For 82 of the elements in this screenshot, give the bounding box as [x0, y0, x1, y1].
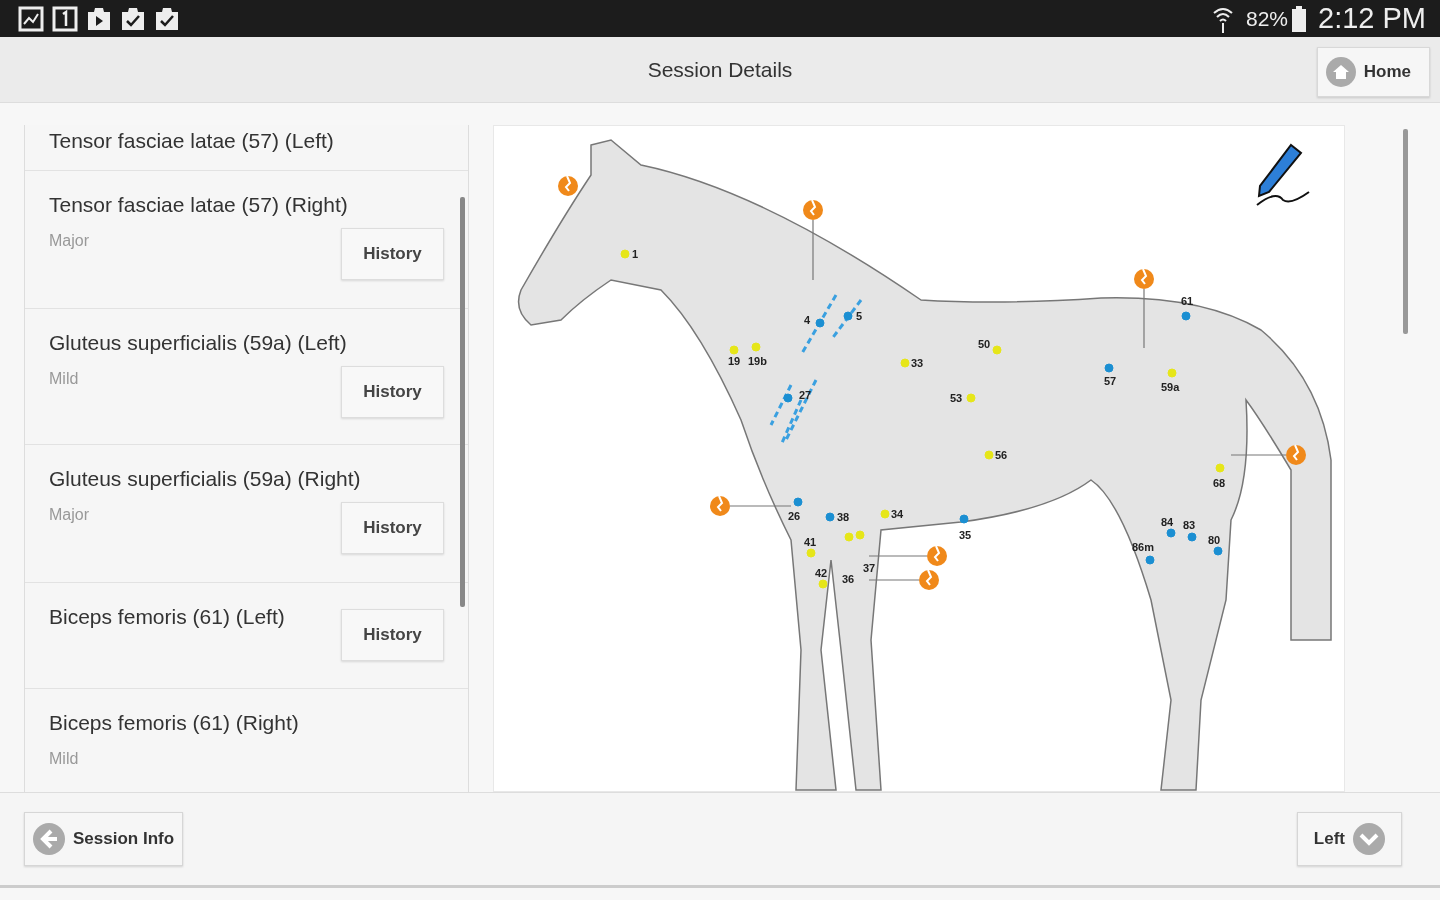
battery-percentage: 82%	[1245, 5, 1288, 32]
point-label: 59a	[1161, 381, 1180, 393]
marker-icon[interactable]	[1134, 268, 1154, 289]
point-label: 61	[1181, 295, 1194, 307]
play-icon	[86, 5, 112, 32]
muscle-name: Biceps femoris (61) (Left)	[49, 604, 286, 630]
point-label: 4	[804, 314, 811, 326]
leader-line	[1143, 288, 1145, 349]
point-dot[interactable]	[843, 311, 853, 321]
leader-line	[812, 219, 814, 281]
point-label: 37	[863, 562, 876, 574]
marker-icon[interactable]	[927, 545, 947, 566]
leader-line	[868, 555, 928, 557]
chevron-down-icon	[1353, 823, 1385, 855]
point-label: 56	[995, 449, 1008, 461]
point-label: 19	[728, 355, 741, 367]
home-button[interactable]: Home	[1316, 47, 1430, 97]
pencil-icon[interactable]	[1256, 143, 1310, 206]
severity-label: Major	[49, 230, 90, 251]
point-label: 5	[856, 310, 863, 322]
muscle-name: Gluteus superficialis (59a) (Left)	[49, 330, 348, 356]
muscle-name: Tensor fasciae latae (57) (Left)	[49, 128, 335, 154]
point-label: 36	[842, 573, 855, 585]
point-dot[interactable]	[1213, 546, 1223, 556]
point-dot[interactable]	[1104, 363, 1114, 373]
page-title: Session Details	[647, 56, 793, 83]
marker-icon[interactable]	[558, 175, 578, 196]
leader-line	[729, 505, 792, 507]
severity-label: Mild	[49, 748, 80, 769]
marker-icon[interactable]	[710, 495, 730, 516]
point-label: 41	[804, 536, 817, 548]
severity-label: Mild	[49, 368, 80, 389]
checked-bag-icon	[154, 5, 180, 32]
scrollbar[interactable]	[1403, 129, 1408, 334]
side-select-button[interactable]: Left	[1296, 812, 1402, 866]
leader-line	[1230, 454, 1287, 456]
point-dot[interactable]	[815, 318, 825, 328]
point-dot[interactable]	[1181, 311, 1191, 321]
point-label: 19b	[748, 355, 767, 367]
point-dot[interactable]	[1166, 528, 1176, 538]
point-label: 86m	[1132, 541, 1155, 553]
point-label: 68	[1213, 477, 1226, 489]
marker-icon[interactable]	[1286, 444, 1306, 465]
marker-icon[interactable]	[919, 569, 939, 590]
point-label: 50	[978, 338, 991, 350]
point-dot[interactable]	[793, 497, 803, 507]
point-dot[interactable]	[959, 514, 969, 524]
point-label: 33	[911, 357, 924, 369]
point-label: 84	[1161, 516, 1174, 528]
point-label: 80	[1208, 534, 1221, 546]
point-dot[interactable]	[825, 512, 835, 522]
point-label: 53	[950, 392, 963, 404]
battery-icon	[1292, 5, 1306, 32]
calendar-icon	[52, 5, 78, 32]
point-label: 83	[1183, 519, 1196, 531]
muscle-name: Gluteus superficialis (59a) (Right)	[49, 466, 362, 492]
point-dot[interactable]	[1145, 555, 1155, 565]
point-label: 27	[799, 389, 812, 401]
point-label: 38	[837, 511, 850, 523]
history-button[interactable]: History	[341, 366, 444, 418]
point-label: 1	[632, 248, 639, 260]
point-label: 57	[1104, 375, 1117, 387]
home-icon	[1325, 57, 1356, 87]
point-label: 26	[788, 510, 801, 522]
point-dot[interactable]	[1187, 532, 1197, 542]
scrollbar[interactable]	[460, 197, 465, 607]
history-button[interactable]: History	[341, 502, 444, 554]
history-button[interactable]: History	[341, 228, 444, 280]
picture-icon	[18, 5, 44, 32]
point-label: 35	[959, 529, 972, 541]
severity-label: Major	[49, 504, 90, 525]
point-dot[interactable]	[783, 393, 793, 403]
muscle-name: Tensor fasciae latae (57) (Right)	[49, 192, 349, 218]
point-label: 34	[891, 508, 904, 520]
muscle-name: Biceps femoris (61) (Right)	[49, 710, 300, 736]
history-button[interactable]: History	[341, 609, 444, 661]
checked-bag-icon	[120, 5, 146, 32]
clock-time: 2:12 PM	[1318, 0, 1426, 36]
marker-icon[interactable]	[803, 199, 823, 220]
leader-line	[868, 579, 920, 581]
session-info-button[interactable]: Session Info	[24, 812, 184, 866]
point-label: 42	[815, 567, 828, 579]
